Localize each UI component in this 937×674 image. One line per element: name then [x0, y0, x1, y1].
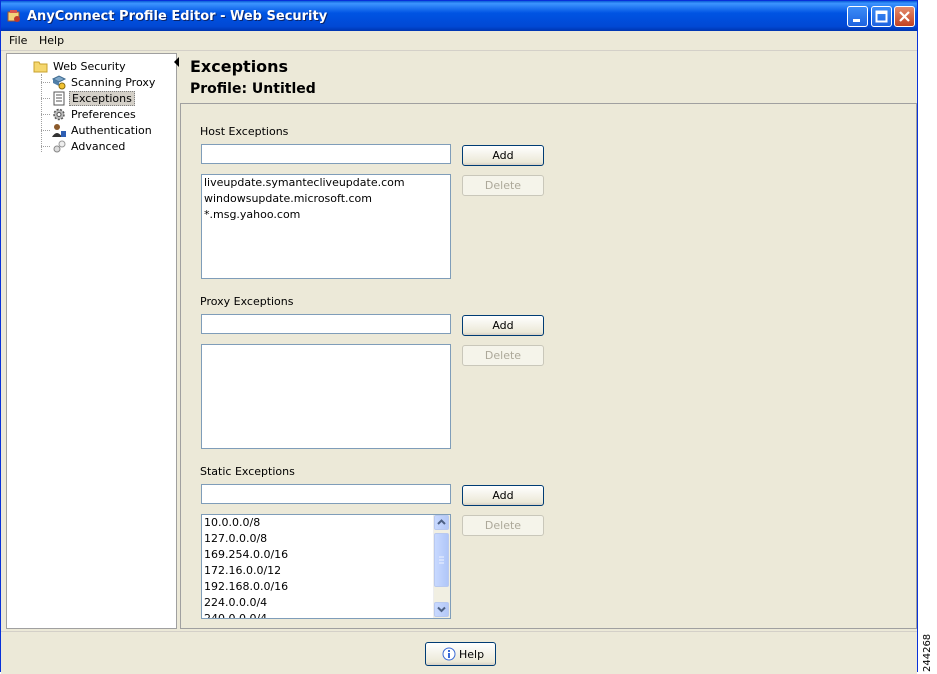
static-exception-input[interactable]	[201, 484, 451, 504]
figure-code: 244268	[921, 630, 935, 674]
proxy-delete-button[interactable]: Delete	[462, 345, 544, 366]
tree-connector	[41, 98, 50, 99]
info-icon	[442, 647, 456, 661]
title-bar[interactable]: AnyConnect Profile Editor - Web Security	[1, 1, 917, 31]
scroll-down-button[interactable]	[434, 602, 449, 617]
exceptions-form: Host Exceptions Add liveupdate.symantecl…	[180, 104, 917, 629]
minimize-icon	[853, 19, 860, 22]
static-exceptions-list[interactable]: 10.0.0.0/8 127.0.0.0/8 169.254.0.0/16 17…	[201, 514, 451, 619]
tree-connector	[41, 146, 50, 147]
host-exceptions-label: Host Exceptions	[200, 125, 289, 138]
page-title: Exceptions	[190, 57, 289, 76]
list-item[interactable]: *.msg.yahoo.com	[202, 207, 450, 223]
tree-item-label: Advanced	[71, 140, 126, 153]
menu-help[interactable]: Help	[39, 34, 64, 47]
menu-bar: File Help	[1, 31, 917, 51]
minimize-button[interactable]	[847, 6, 868, 27]
static-list-scrollbar[interactable]	[433, 515, 450, 618]
host-exception-input[interactable]	[201, 144, 451, 164]
proxy-exception-input[interactable]	[201, 314, 451, 334]
menu-file[interactable]: File	[9, 34, 27, 47]
content-header: Exceptions Profile: Untitled	[180, 53, 917, 104]
maximize-icon	[875, 10, 888, 23]
chevron-up-icon	[437, 519, 446, 525]
app-icon	[7, 10, 20, 22]
collapse-arrow-icon[interactable]	[174, 57, 179, 67]
grip-icon	[439, 556, 444, 564]
tree-connector	[41, 130, 50, 131]
close-icon	[899, 11, 910, 22]
gear-icon	[53, 108, 65, 121]
proxy-exceptions-list[interactable]	[201, 344, 451, 449]
list-item[interactable]: 224.0.0.0/4	[202, 595, 450, 611]
tree-connector	[41, 114, 50, 115]
tree-item-label: Web Security	[53, 60, 126, 73]
tree-item-label: Preferences	[71, 108, 136, 121]
tree-connector	[41, 74, 42, 152]
static-add-button[interactable]: Add	[462, 485, 544, 506]
host-delete-button[interactable]: Delete	[462, 175, 544, 196]
close-button[interactable]	[894, 6, 915, 27]
folder-icon	[33, 61, 48, 73]
chevron-down-icon	[437, 606, 446, 613]
list-item[interactable]: 169.254.0.0/16	[202, 547, 450, 563]
list-item[interactable]: liveupdate.symantecliveupdate.com	[202, 175, 450, 191]
scanning-proxy-icon	[51, 75, 67, 90]
list-item[interactable]: windowsupdate.microsoft.com	[202, 191, 450, 207]
list-item[interactable]: 192.168.0.0/16	[202, 579, 450, 595]
document-icon	[53, 91, 65, 106]
host-add-button[interactable]: Add	[462, 145, 544, 166]
static-exceptions-label: Static Exceptions	[200, 465, 295, 478]
profile-name: Profile: Untitled	[190, 81, 316, 97]
list-item[interactable]: 10.0.0.0/8	[202, 515, 450, 531]
static-delete-button[interactable]: Delete	[462, 515, 544, 536]
tree-connector	[41, 82, 50, 83]
user-key-icon	[52, 124, 66, 137]
tree-item-label: Scanning Proxy	[71, 76, 156, 89]
tree-item-label: Exceptions	[69, 91, 135, 106]
bottom-bar: Help	[1, 631, 917, 674]
navigation-tree: Web Security Scanning Proxy Exceptions P…	[6, 53, 177, 629]
list-item[interactable]: 240.0.0.0/4	[202, 611, 450, 618]
list-item[interactable]: 127.0.0.0/8	[202, 531, 450, 547]
figure-code-text: 244268	[922, 633, 933, 672]
advanced-settings-icon	[53, 140, 66, 153]
proxy-exceptions-label: Proxy Exceptions	[200, 295, 294, 308]
app-window: AnyConnect Profile Editor - Web Security…	[0, 0, 918, 674]
scroll-up-button[interactable]	[434, 515, 449, 530]
list-item[interactable]: 172.16.0.0/12	[202, 563, 450, 579]
help-button-label: Help	[459, 648, 485, 661]
host-exceptions-list[interactable]: liveupdate.symantecliveupdate.com window…	[201, 174, 451, 279]
scroll-thumb[interactable]	[434, 533, 449, 587]
proxy-add-button[interactable]: Add	[462, 315, 544, 336]
help-button[interactable]: Help	[425, 642, 496, 666]
window-title: AnyConnect Profile Editor - Web Security	[27, 9, 328, 24]
maximize-button[interactable]	[871, 6, 892, 27]
tree-item-label: Authentication	[71, 124, 152, 137]
